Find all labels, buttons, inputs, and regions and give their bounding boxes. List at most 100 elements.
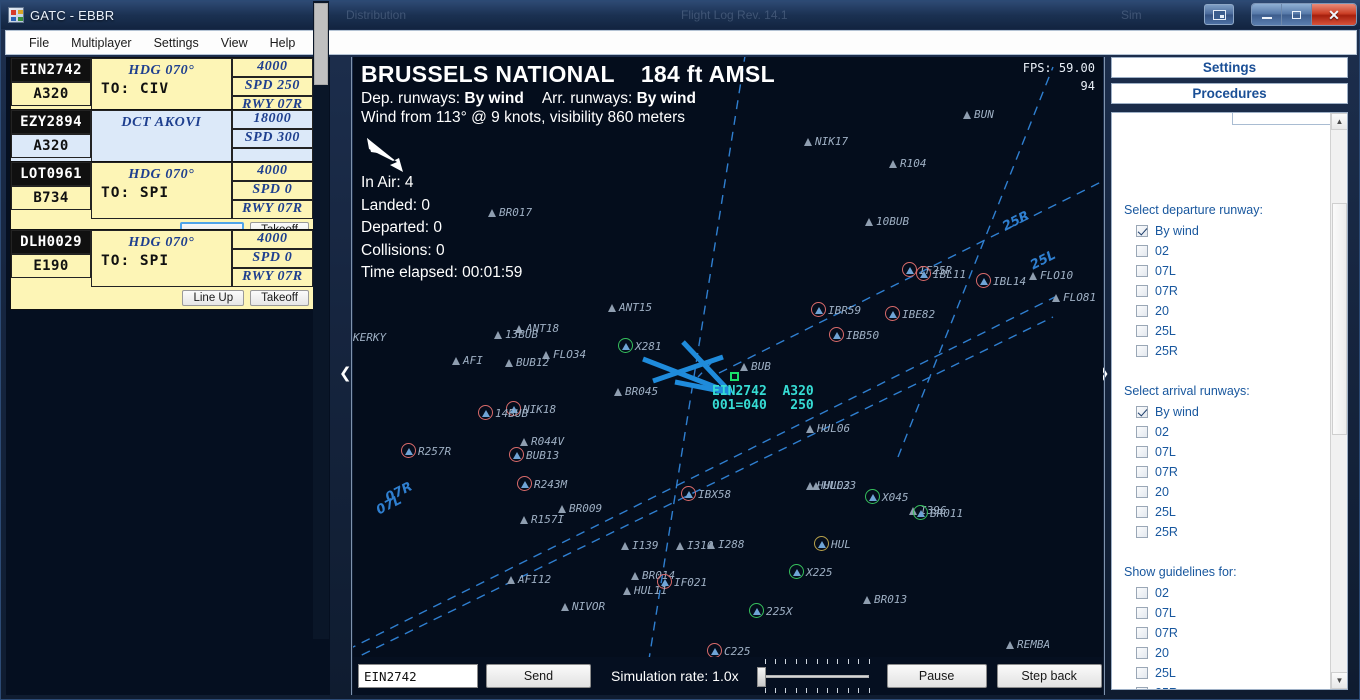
checkbox-25r[interactable]: 25R: [1136, 344, 1178, 358]
menu-item-help[interactable]: Help: [259, 33, 307, 53]
waypoint-remba[interactable]: REMBA: [1006, 638, 1050, 651]
procedures-scrollbar[interactable]: ▲ ▼: [1330, 113, 1347, 689]
checkbox-by-wind[interactable]: By wind: [1136, 224, 1199, 238]
waypoint-13bub[interactable]: 13BUB: [494, 328, 538, 341]
waypoint-afi[interactable]: AFI: [452, 354, 483, 367]
minimize-button[interactable]: [1252, 4, 1282, 25]
checkbox-20[interactable]: 20: [1136, 646, 1169, 660]
send-button[interactable]: Send: [486, 664, 591, 688]
restore-window-button[interactable]: [1204, 4, 1234, 25]
checkbox-by-wind[interactable]: By wind: [1136, 405, 1199, 419]
checkbox-07r[interactable]: 07R: [1136, 465, 1178, 479]
strip-callsign: DLH0029: [11, 230, 91, 254]
flight-strip-ezy2894[interactable]: EZY2894 A320 DCT AKOVI 18000 SPD 300: [10, 109, 314, 168]
waypoint-bub12[interactable]: BUB12: [505, 356, 549, 369]
menu-item-settings[interactable]: Settings: [143, 33, 210, 53]
waypoint-kerky[interactable]: KERKY: [353, 331, 386, 344]
scroll-up-icon[interactable]: ▲: [1331, 113, 1347, 130]
slider-thumb[interactable]: [756, 667, 766, 687]
waypoint-ibl11[interactable]: IBL11: [916, 266, 966, 281]
flight-strip-scrollbar[interactable]: [313, 1, 329, 639]
waypoint-r243m[interactable]: R243M: [517, 476, 567, 491]
waypoint-14bub[interactable]: 14BUB: [478, 405, 528, 420]
waypoint-ant15[interactable]: ANT15: [608, 301, 652, 314]
checkbox-07l[interactable]: 07L: [1136, 264, 1176, 278]
waypoint-hul[interactable]: HUL: [814, 536, 851, 551]
waypoint-ibl14[interactable]: IBL14: [976, 273, 1026, 288]
flight-strip-dlh0029[interactable]: DLH0029 E190 HDG 070° TO: SPI 4000 SPD 0 RWY 0…: [10, 229, 314, 310]
slider-track: [764, 675, 869, 678]
checkbox-25r[interactable]: 25R: [1136, 686, 1178, 689]
scroll-down-icon[interactable]: ▼: [1331, 672, 1347, 689]
waypoint-ibr59[interactable]: IBR59: [811, 302, 861, 317]
waypoint-afi12[interactable]: AFI12: [507, 573, 551, 586]
pause-button[interactable]: Pause: [886, 664, 987, 688]
radar-display[interactable]: BRUSSELS NATIONAL 184 ft AMSL Dep. runway…: [353, 57, 1103, 695]
checkbox-02[interactable]: 02: [1136, 586, 1169, 600]
waypoint-ibx58[interactable]: IBX58: [681, 486, 731, 501]
close-icon: ✕: [1328, 6, 1340, 23]
waypoint-225x[interactable]: 225X: [749, 603, 793, 618]
menu-item-file[interactable]: File: [18, 33, 60, 53]
waypoint-r257r[interactable]: R257R: [401, 443, 451, 458]
step-back-button[interactable]: Step back: [996, 664, 1102, 688]
menu-item-view[interactable]: View: [210, 33, 259, 53]
waypoint-r157i[interactable]: R157I: [520, 513, 564, 526]
waypoint-hul23[interactable]: HUL23: [812, 479, 856, 492]
simulation-rate-label: Simulation rate: 1.0x: [611, 668, 739, 684]
tab-procedures[interactable]: Procedures: [1111, 83, 1348, 104]
tab-settings[interactable]: Settings: [1111, 57, 1348, 78]
command-input[interactable]: [358, 664, 478, 688]
waypoint-hul11[interactable]: HUL11: [623, 584, 667, 597]
close-button[interactable]: ✕: [1312, 4, 1356, 25]
waypoint-r104[interactable]: R104: [889, 157, 927, 170]
waypoint-br013[interactable]: BR013: [863, 593, 907, 606]
checkbox-box-icon: [1136, 305, 1148, 317]
maximize-button[interactable]: [1282, 4, 1312, 25]
checkbox-20[interactable]: 20: [1136, 485, 1169, 499]
checkbox-07r[interactable]: 07R: [1136, 284, 1178, 298]
flight-strip-scroll-thumb[interactable]: [314, 3, 328, 85]
menu-item-multiplayer[interactable]: Multiplayer: [60, 33, 142, 53]
waypoint-bub[interactable]: BUB: [740, 360, 771, 373]
checkbox-box-icon: [1136, 245, 1148, 257]
simulation-rate-slider[interactable]: [756, 659, 870, 693]
procedures-scroll-thumb[interactable]: [1332, 203, 1347, 435]
waypoint-x281[interactable]: X281: [618, 338, 662, 353]
checkbox-25r[interactable]: 25R: [1136, 525, 1178, 539]
checkbox-07l[interactable]: 07L: [1136, 445, 1176, 459]
waypoint-nivor[interactable]: NIVOR: [561, 600, 605, 613]
waypoint-hul06[interactable]: HUL06: [806, 422, 850, 435]
aircraft-label-ein2742[interactable]: EIN2742 A320 001=040 250: [712, 385, 814, 413]
waypoint-br009[interactable]: BR009: [558, 502, 602, 515]
waypoint-label: BR009: [569, 502, 603, 515]
strip-action-takeoff[interactable]: Takeoff: [250, 290, 309, 306]
waypoint-c225[interactable]: C225: [707, 643, 751, 658]
collapse-left-panel-chevron[interactable]: ❮: [339, 366, 352, 381]
waypoint-10bub[interactable]: 10BUB: [865, 215, 909, 228]
waypoint-bun[interactable]: BUN: [963, 108, 994, 121]
waypoint-i139[interactable]: I139: [621, 539, 659, 552]
waypoint-br011[interactable]: BR011: [913, 505, 963, 520]
checkbox-20[interactable]: 20: [1136, 304, 1169, 318]
checkbox-25l[interactable]: 25L: [1136, 666, 1176, 680]
checkbox-02[interactable]: 02: [1136, 244, 1169, 258]
waypoint-x045[interactable]: X045: [865, 489, 909, 504]
checkbox-25l[interactable]: 25L: [1136, 324, 1176, 338]
checkbox-07r[interactable]: 07R: [1136, 626, 1178, 640]
waypoint-flo81[interactable]: FLO81: [1052, 291, 1096, 304]
waypoint-ibb50[interactable]: IBB50: [829, 327, 879, 342]
waypoint-x225[interactable]: X225: [789, 564, 833, 579]
flight-strip-ein2742[interactable]: EIN2742 A320 HDG 070° TO: CIV 4000 SPD 250 RWY…: [10, 57, 314, 116]
waypoint-br017[interactable]: BR017: [488, 206, 532, 219]
checkbox-02[interactable]: 02: [1136, 425, 1169, 439]
waypoint-i288[interactable]: I288: [707, 538, 745, 551]
aircraft-blip-ein2742[interactable]: [730, 372, 739, 381]
waypoint-ibe82[interactable]: IBE82: [885, 306, 935, 321]
strip-action-line-up[interactable]: Line Up: [182, 290, 245, 306]
checkbox-07l[interactable]: 07L: [1136, 606, 1176, 620]
waypoint-nik17[interactable]: NIK17: [804, 135, 848, 148]
checkbox-25l[interactable]: 25L: [1136, 505, 1176, 519]
waypoint-bub13[interactable]: BUB13: [509, 447, 559, 462]
waypoint-br045[interactable]: BR045: [614, 385, 658, 398]
